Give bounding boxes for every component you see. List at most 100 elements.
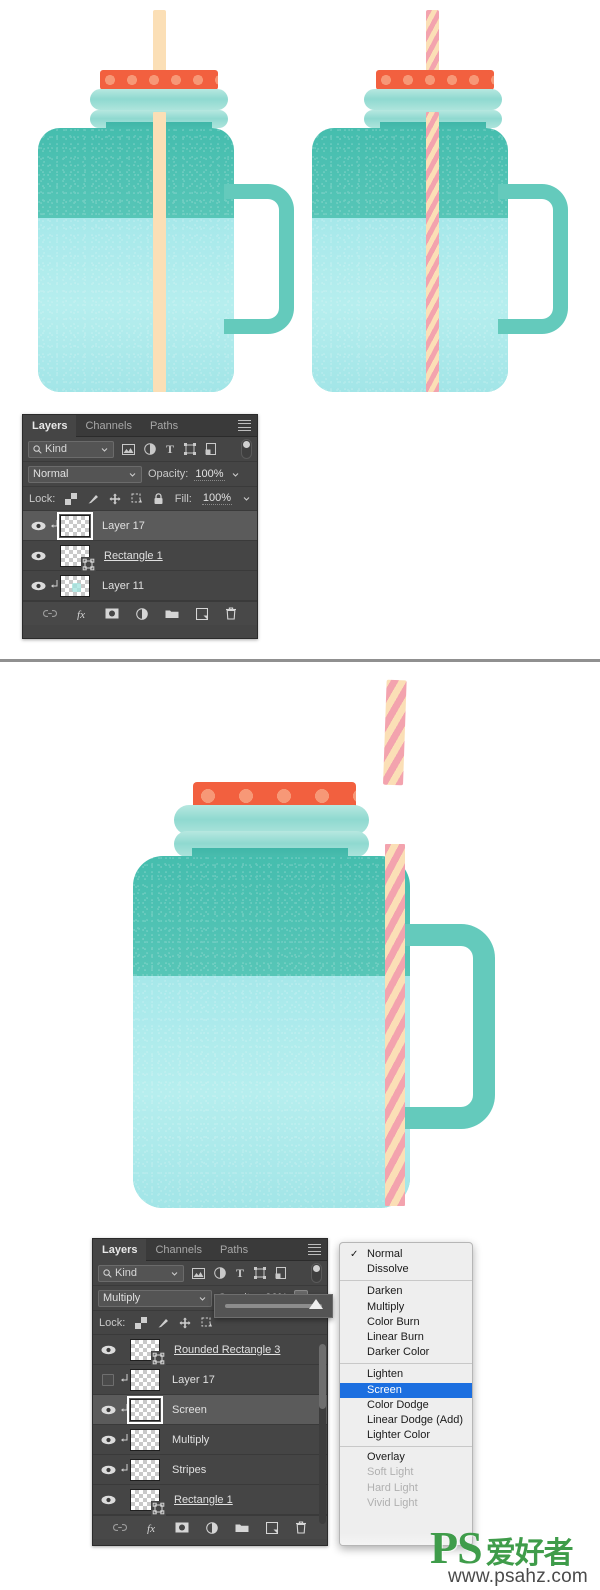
filter-row[interactable]: Kind T bbox=[93, 1261, 327, 1286]
adjustment-layer-filter-icon[interactable] bbox=[144, 443, 156, 455]
layer-thumbnail[interactable] bbox=[130, 1368, 160, 1391]
layer-row-layer-17[interactable]: Layer 17 bbox=[93, 1365, 327, 1395]
eye-icon[interactable] bbox=[31, 551, 46, 561]
layer-name[interactable]: Layer 11 bbox=[102, 580, 144, 592]
opacity-slider-knob[interactable] bbox=[309, 1299, 323, 1309]
layer-name[interactable]: Multiply bbox=[172, 1434, 209, 1446]
blend-opacity-row[interactable]: Normal Opacity: 100% bbox=[23, 462, 257, 487]
eye-icon[interactable] bbox=[101, 1405, 116, 1415]
layer-thumbnail[interactable] bbox=[60, 544, 96, 572]
smart-object-filter-icon[interactable] bbox=[205, 443, 217, 455]
blend-option-color-burn[interactable]: Color Burn bbox=[340, 1315, 472, 1330]
tab-channels[interactable]: Channels bbox=[146, 1239, 210, 1261]
layer-thumbnail[interactable] bbox=[57, 511, 93, 540]
layer-row-rectangle-1[interactable]: Rectangle 1 bbox=[93, 1485, 327, 1516]
blend-mode-select[interactable]: Multiply bbox=[98, 1289, 212, 1307]
panel-footer-toolbar[interactable]: fx bbox=[23, 601, 257, 625]
blend-option-normal[interactable]: Normal bbox=[340, 1247, 472, 1262]
opacity-slider-popup[interactable] bbox=[214, 1294, 333, 1318]
layer-row-rectangle-1[interactable]: Rectangle 1 bbox=[23, 541, 257, 572]
opacity-value[interactable]: 100% bbox=[194, 468, 225, 481]
layers-panel-bottom[interactable]: Layers Channels Paths Kind T Multiply Lo… bbox=[92, 1238, 333, 1546]
layer-name[interactable]: Rectangle 1 bbox=[174, 1494, 233, 1506]
lock-artboard-nesting-icon[interactable] bbox=[131, 493, 143, 505]
layer-row-layer-11[interactable]: Layer 11 bbox=[23, 571, 257, 601]
type-layer-filter-icon[interactable]: T bbox=[235, 1267, 245, 1279]
layer-thumbnail[interactable] bbox=[130, 1488, 166, 1516]
filter-enable-toggle[interactable] bbox=[241, 439, 252, 459]
blend-option-soft-light[interactable]: Soft Light bbox=[340, 1465, 472, 1480]
blend-mode-dropdown-menu[interactable]: Normal Dissolve Darken Multiply Color Bu… bbox=[339, 1242, 473, 1546]
layer-visibility-toggle[interactable] bbox=[97, 1465, 119, 1475]
link-layers-icon[interactable] bbox=[43, 609, 57, 618]
eye-icon[interactable] bbox=[31, 581, 46, 591]
layer-row-multiply[interactable]: Multiply bbox=[93, 1425, 327, 1455]
blend-option-multiply[interactable]: Multiply bbox=[340, 1300, 472, 1315]
layer-visibility-toggle[interactable] bbox=[97, 1405, 119, 1415]
layer-row-screen[interactable]: Screen bbox=[93, 1395, 327, 1425]
add-layer-mask-icon[interactable] bbox=[105, 608, 119, 619]
shape-layer-filter-icon[interactable] bbox=[184, 443, 196, 455]
blend-option-screen[interactable]: Screen bbox=[340, 1382, 472, 1398]
layer-thumbnail[interactable] bbox=[127, 1395, 163, 1424]
eye-icon[interactable] bbox=[101, 1435, 116, 1445]
blend-option-overlay[interactable]: Overlay bbox=[340, 1450, 472, 1465]
tab-layers[interactable]: Layers bbox=[93, 1238, 147, 1261]
lock-transparency-icon[interactable] bbox=[135, 1316, 148, 1329]
filter-enable-toggle[interactable] bbox=[311, 1263, 322, 1283]
shape-layer-filter-icon[interactable] bbox=[254, 1267, 266, 1279]
filter-row[interactable]: Kind T bbox=[23, 437, 257, 462]
layers-panel-top[interactable]: Layers Channels Paths Kind T Normal Opac… bbox=[22, 414, 258, 639]
opacity-slider-track[interactable] bbox=[225, 1299, 323, 1309]
delete-layer-trash-icon[interactable] bbox=[225, 607, 237, 620]
new-adjustment-layer-icon[interactable] bbox=[136, 607, 148, 620]
layer-thumbnail[interactable] bbox=[60, 574, 90, 597]
layer-visibility-toggle[interactable] bbox=[27, 521, 49, 531]
fill-value[interactable]: 100% bbox=[201, 492, 232, 505]
eye-off-icon[interactable] bbox=[102, 1373, 114, 1386]
lock-artboard-nesting-icon[interactable] bbox=[201, 1317, 213, 1329]
layer-name[interactable]: Stripes bbox=[172, 1464, 206, 1476]
tab-channels[interactable]: Channels bbox=[76, 415, 140, 437]
layer-name[interactable]: Layer 17 bbox=[102, 520, 145, 532]
layer-thumbnail[interactable] bbox=[130, 1458, 160, 1481]
new-layer-icon[interactable] bbox=[266, 1521, 278, 1534]
layer-name[interactable]: Screen bbox=[172, 1404, 207, 1416]
lock-all-icon[interactable] bbox=[153, 492, 164, 505]
layer-visibility-toggle[interactable] bbox=[97, 1495, 119, 1505]
eye-icon[interactable] bbox=[101, 1465, 116, 1475]
filter-type-icons[interactable]: T bbox=[192, 1267, 287, 1279]
layer-style-fx-icon[interactable]: fx bbox=[144, 1522, 158, 1534]
layer-thumbnail[interactable] bbox=[130, 1428, 160, 1451]
fill-chevron-down-icon[interactable] bbox=[242, 494, 251, 503]
lock-image-pixels-icon[interactable] bbox=[157, 1317, 169, 1329]
blend-option-lighten[interactable]: Lighten bbox=[340, 1367, 472, 1382]
tab-paths[interactable]: Paths bbox=[211, 1239, 257, 1261]
eye-icon[interactable] bbox=[101, 1495, 116, 1505]
lock-transparency-icon[interactable] bbox=[65, 492, 78, 505]
opacity-chevron-down-icon[interactable] bbox=[231, 470, 240, 479]
filter-kind-select[interactable]: Kind bbox=[98, 1264, 184, 1282]
layer-visibility-toggle[interactable] bbox=[27, 551, 49, 561]
blend-option-dissolve[interactable]: Dissolve bbox=[340, 1262, 472, 1277]
new-group-icon[interactable] bbox=[235, 1522, 249, 1533]
blend-option-linear-burn[interactable]: Linear Burn bbox=[340, 1330, 472, 1345]
new-group-icon[interactable] bbox=[165, 608, 179, 619]
blend-mode-select[interactable]: Normal bbox=[28, 465, 142, 483]
tab-paths[interactable]: Paths bbox=[141, 415, 187, 437]
eye-icon[interactable] bbox=[31, 521, 46, 531]
blend-option-linear-dodge-add[interactable]: Linear Dodge (Add) bbox=[340, 1413, 472, 1428]
lock-position-icon[interactable] bbox=[109, 493, 121, 505]
pixel-layer-filter-icon[interactable] bbox=[122, 443, 135, 455]
blend-option-hard-light[interactable]: Hard Light bbox=[340, 1481, 472, 1496]
link-layers-icon[interactable] bbox=[113, 1523, 127, 1532]
filter-type-icons[interactable]: T bbox=[122, 443, 217, 455]
layer-row-rounded-rectangle-3[interactable]: Rounded Rectangle 3 bbox=[93, 1335, 327, 1366]
new-layer-icon[interactable] bbox=[196, 607, 208, 620]
layer-row-layer-17[interactable]: Layer 17 bbox=[23, 511, 257, 541]
layer-name[interactable]: Layer 17 bbox=[172, 1374, 215, 1386]
add-layer-mask-icon[interactable] bbox=[175, 1522, 189, 1533]
layer-row-stripes[interactable]: Stripes bbox=[93, 1455, 327, 1485]
layer-name[interactable]: Rectangle 1 bbox=[104, 550, 163, 562]
layer-visibility-toggle[interactable] bbox=[97, 1373, 119, 1386]
